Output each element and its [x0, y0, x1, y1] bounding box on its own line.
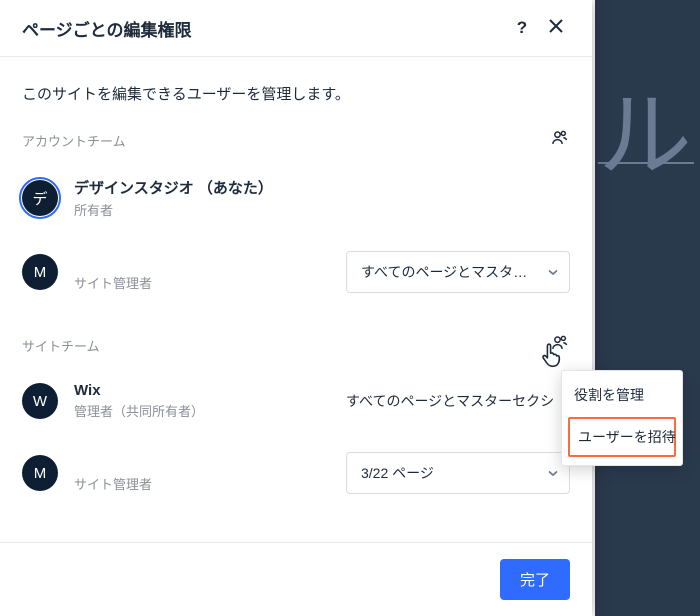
backdrop-glyph: ル — [598, 60, 692, 196]
avatar: M — [22, 455, 58, 491]
help-button[interactable]: ? — [508, 14, 536, 42]
member-role: 管理者（共同所有者） — [74, 401, 330, 420]
panel-header: ページごとの編集権限 ? — [0, 0, 592, 57]
member-row: デ デザインスタジオ （あなた） 所有者 — [22, 163, 570, 237]
add-site-member-button[interactable] — [550, 333, 570, 358]
permissions-panel: ページごとの編集権限 ? このサイトを編集できるユーザーを管理します。 アカウン… — [0, 0, 592, 616]
add-account-member-button[interactable] — [550, 128, 570, 153]
member-meta: デザインスタジオ （あなた） 所有者 — [74, 177, 330, 219]
chevron-down-icon — [547, 266, 559, 278]
done-button[interactable]: 完了 — [500, 559, 570, 600]
chevron-down-icon — [547, 467, 559, 479]
member-row: M サイト管理者 3/22 ページ — [22, 438, 570, 512]
redacted-name — [74, 454, 204, 468]
member-meta: Wix 管理者（共同所有者） — [74, 382, 330, 420]
scope-select[interactable]: すべてのページとマスターセ… — [346, 251, 570, 293]
member-scope: すべてのページとマスターセクシ — [346, 391, 570, 411]
member-meta: サイト管理者 — [74, 253, 330, 292]
panel-intro: このサイトを編集できるユーザーを管理します。 — [22, 83, 570, 104]
scope-select-label: 3/22 ページ — [361, 463, 539, 483]
section-site-label: サイトチーム — [22, 336, 550, 355]
member-role: サイト管理者 — [74, 273, 330, 292]
popover-item-manage-roles[interactable]: 役割を管理 — [562, 377, 682, 413]
member-scope: すべてのページとマスターセ… — [346, 251, 570, 293]
avatar: デ — [22, 180, 58, 216]
member-name: デザインスタジオ （あなた） — [74, 177, 330, 198]
member-row: W Wix 管理者（共同所有者） すべてのページとマスターセクシ — [22, 368, 570, 438]
scope-select[interactable]: 3/22 ページ — [346, 452, 570, 494]
backdrop-underline — [598, 162, 694, 164]
member-name — [74, 454, 330, 472]
close-button[interactable] — [542, 14, 570, 42]
redacted-name — [74, 253, 204, 267]
panel-footer: 完了 — [0, 542, 592, 616]
panel-title: ページごとの編集権限 — [22, 16, 502, 41]
member-scope: 3/22 ページ — [346, 452, 570, 494]
member-name — [74, 253, 330, 271]
scope-select-label: すべてのページとマスターセ… — [361, 262, 539, 282]
section-account-header: アカウントチーム — [22, 128, 570, 153]
avatar: M — [22, 254, 58, 290]
scope-readonly: すべてのページとマスターセクシ — [346, 391, 570, 411]
people-plus-icon — [550, 333, 570, 358]
section-account-label: アカウントチーム — [22, 131, 550, 150]
section-site-header: サイトチーム — [22, 333, 570, 358]
help-icon: ? — [517, 18, 527, 38]
panel-body: このサイトを編集できるユーザーを管理します。 アカウントチーム デ デザインスタ… — [0, 57, 592, 543]
member-role: サイト管理者 — [74, 474, 330, 493]
avatar: W — [22, 383, 58, 419]
popover-item-invite-user[interactable]: ユーザーを招待 — [568, 417, 676, 457]
member-name: Wix — [74, 382, 330, 399]
member-row: M サイト管理者 すべてのページとマスターセ… — [22, 237, 570, 311]
people-plus-icon — [550, 128, 570, 153]
close-icon — [548, 18, 564, 39]
team-actions-popover: 役割を管理 ユーザーを招待 — [561, 370, 683, 466]
member-role: 所有者 — [74, 200, 330, 219]
member-meta: サイト管理者 — [74, 454, 330, 493]
